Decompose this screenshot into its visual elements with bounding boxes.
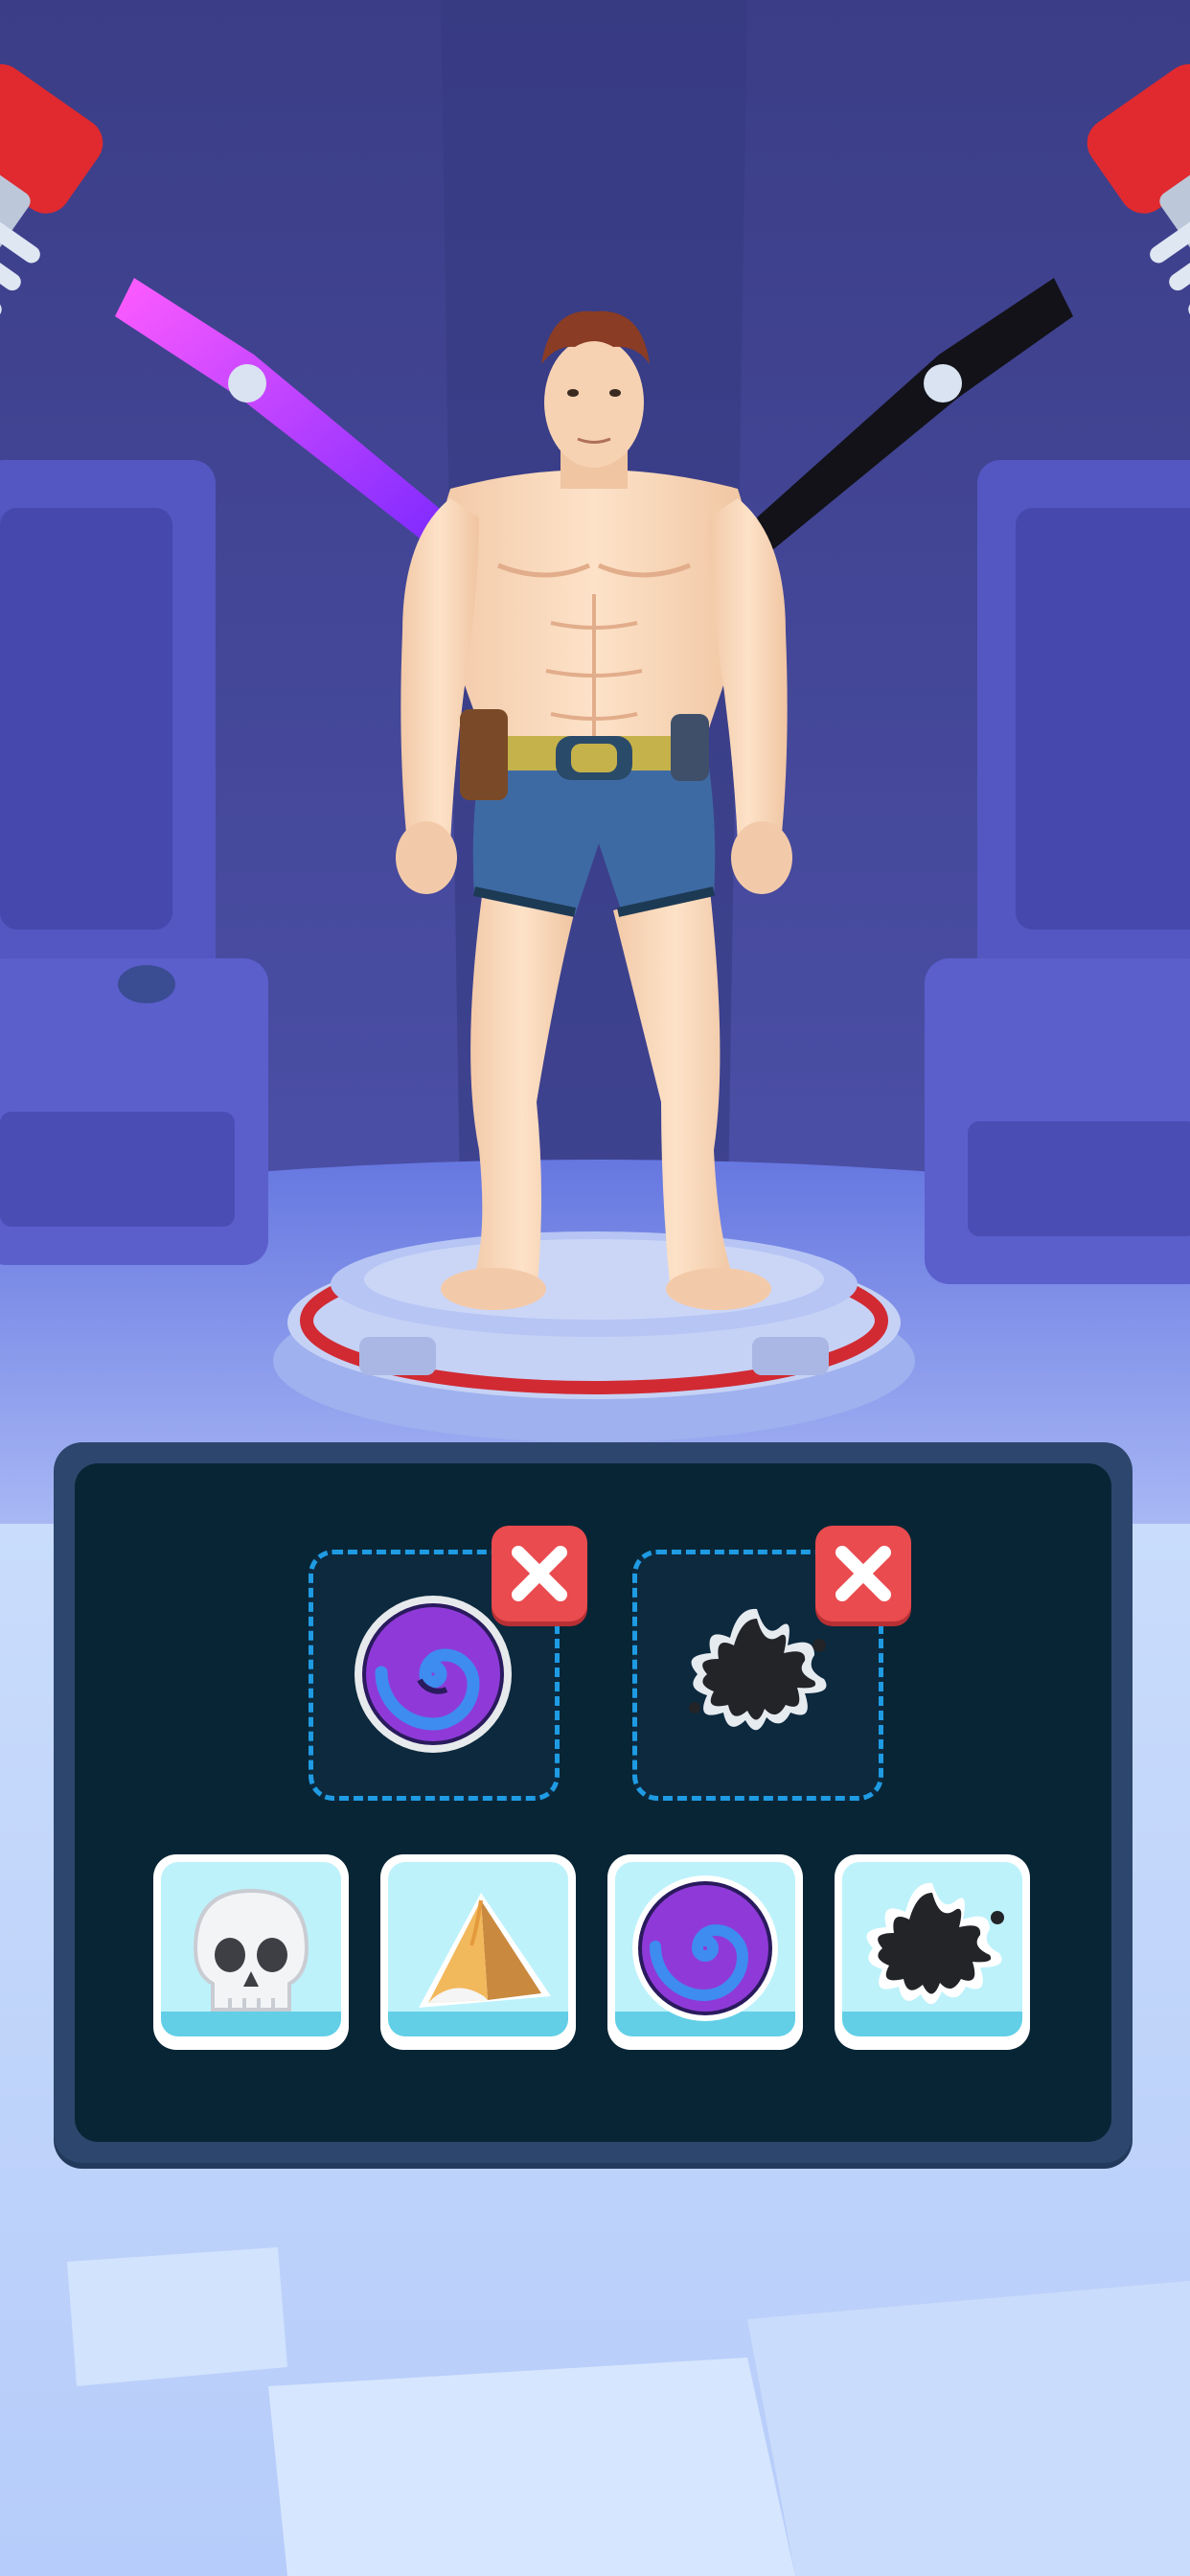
selected-slot-2[interactable] (632, 1526, 911, 1801)
vortex-icon (632, 1875, 778, 2021)
skull-icon (193, 1888, 309, 2012)
close-icon (512, 1546, 567, 1601)
splat-icon (689, 1608, 827, 1731)
vortex-icon (355, 1596, 512, 1753)
selected-slot-1[interactable] (309, 1526, 587, 1801)
ability-loadout-panel (54, 1442, 1133, 2163)
close-icon (835, 1546, 891, 1601)
inventory-item-splat[interactable] (835, 1854, 1030, 2050)
ability-loadout-panel-inner (75, 1463, 1111, 2142)
inventory-item-pyramid[interactable] (380, 1854, 576, 2050)
remove-slot-2-button[interactable] (815, 1526, 911, 1622)
pyramid-icon (419, 1893, 551, 2008)
inventory-item-vortex[interactable] (607, 1854, 803, 2050)
remove-slot-1-button[interactable] (492, 1526, 587, 1622)
game-scene-background (0, 0, 1190, 2576)
inventory-item-skull[interactable] (153, 1854, 349, 2050)
splat-icon (866, 1882, 1004, 2005)
